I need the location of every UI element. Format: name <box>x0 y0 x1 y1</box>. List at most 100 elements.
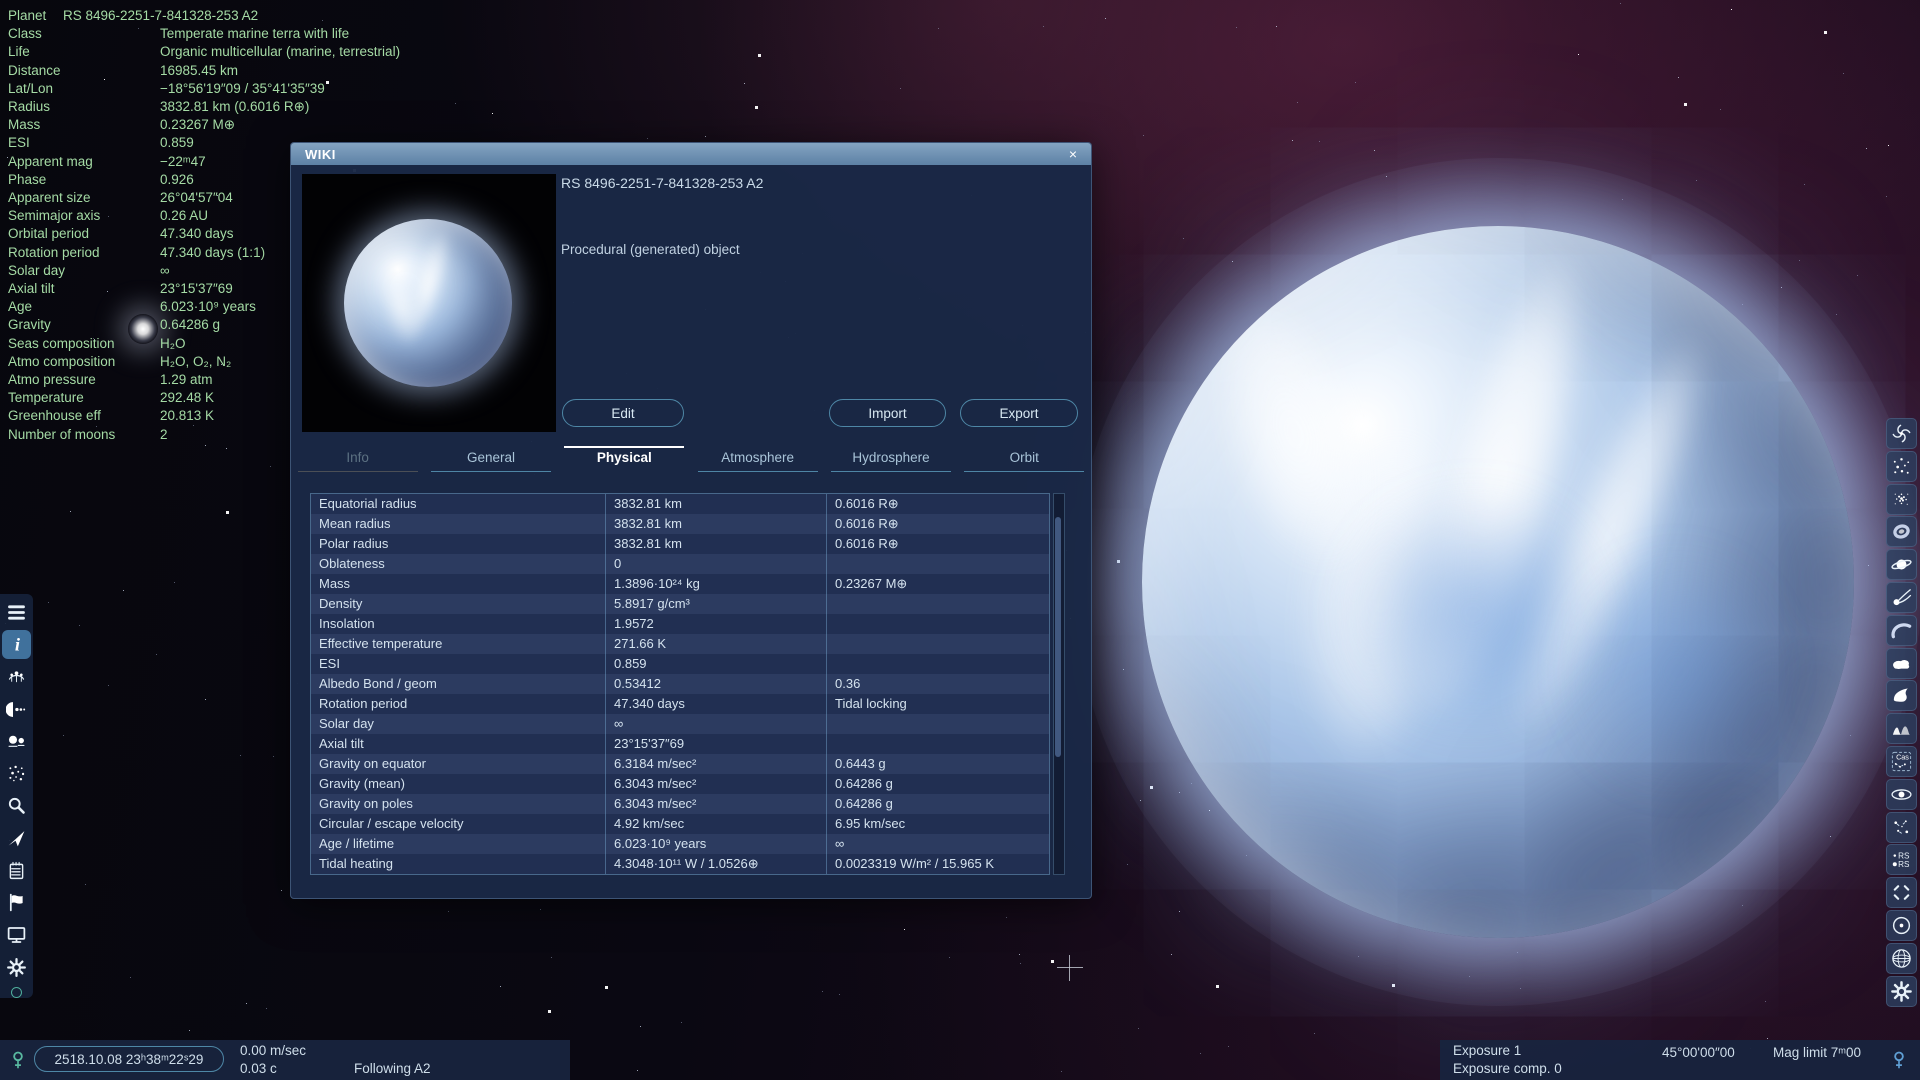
tab-info[interactable]: Info <box>291 439 424 479</box>
scrollbar-thumb[interactable] <box>1055 517 1061 757</box>
flag-icon[interactable] <box>2 888 31 917</box>
tab-underline <box>964 471 1085 472</box>
settings-gear-icon[interactable] <box>2 953 31 982</box>
info-value: 47.340 days <box>160 226 234 242</box>
table-cell-parameter: Gravity on equator <box>319 756 426 771</box>
object-thumbnail <box>302 174 556 432</box>
edit-button[interactable]: Edit <box>562 399 684 427</box>
table-scrollbar[interactable] <box>1053 493 1065 875</box>
atmospheres-icon[interactable] <box>1886 614 1917 646</box>
search-icon[interactable] <box>2 792 31 821</box>
svg-text:i: i <box>15 635 21 655</box>
info-label: Radius <box>8 99 51 115</box>
eclipses-icon[interactable] <box>1886 778 1917 810</box>
journal-icon[interactable] <box>2 856 31 885</box>
info-label: Atmo composition <box>8 353 116 369</box>
tab-atmosphere[interactable]: Atmosphere <box>691 439 824 479</box>
table-row: Circular / escape velocity 4.92 km/sec 6.9… <box>311 814 1049 834</box>
nebulae-icon[interactable] <box>1886 516 1917 548</box>
tab-hydrosphere[interactable]: Hydrosphere <box>824 439 957 479</box>
galaxies-icon[interactable] <box>1886 418 1917 449</box>
grid-icon[interactable] <box>1886 942 1917 974</box>
table-row: Oblateness 0 <box>311 554 1049 574</box>
info-label: Greenhouse eff <box>8 408 101 424</box>
wiki-titlebar[interactable]: WIKI × <box>291 143 1091 165</box>
tab-general[interactable]: General <box>424 439 557 479</box>
export-button[interactable]: Export <box>960 399 1078 427</box>
info-value: 0.926 <box>160 171 194 187</box>
table-cell-value: 0.64286 g <box>826 774 1047 794</box>
datetime-display[interactable]: 2518.10.08 23ʰ38ᵐ22ˢ29 <box>34 1046 224 1072</box>
settings-gear-icon[interactable] <box>1886 975 1917 1007</box>
labels-icon[interactable] <box>1886 811 1917 843</box>
info-label: Apparent size <box>8 190 91 206</box>
planets-icon[interactable] <box>1886 549 1917 581</box>
info-label: ESI <box>8 135 30 151</box>
constellations-icon[interactable]: Cas <box>1886 746 1917 777</box>
star-field-icon[interactable] <box>2 759 31 788</box>
info-label: Distance <box>8 62 61 78</box>
info-value: −22ᵐ47 <box>160 153 206 169</box>
speed-value: 0.00 m/sec <box>240 1043 307 1058</box>
table-row: Insolation 1.9572 <box>311 614 1049 634</box>
info-value: 20.813 K <box>160 408 215 424</box>
water-icon[interactable] <box>1886 680 1917 712</box>
info-label: Lat/Lon <box>8 80 54 96</box>
orbits-icon[interactable] <box>1886 910 1917 941</box>
table-cell-value <box>826 714 1047 734</box>
table-cell-parameter: Polar radius <box>319 536 389 551</box>
info-label: Temperature <box>8 390 84 406</box>
table-cell-parameter: Axial tilt <box>319 736 364 751</box>
catalog-names-icon[interactable]: RS RS <box>1886 844 1917 876</box>
left-toolbar: i <box>0 594 33 999</box>
markers-icon[interactable] <box>1886 877 1917 909</box>
table-cell-parameter: Solar day <box>319 716 374 731</box>
tab-orbit[interactable]: Orbit <box>958 439 1091 479</box>
table-row: Gravity on equator 6.3184 m/sec² 0.6443 g <box>311 754 1049 774</box>
system-browser-icon[interactable] <box>2 663 31 692</box>
star-clusters-icon[interactable] <box>1886 483 1917 515</box>
stars-icon[interactable] <box>1886 450 1917 482</box>
info-icon[interactable]: i <box>2 630 31 659</box>
spacecraft-icon[interactable] <box>2 824 31 853</box>
table-cell-value: 1.3896·10²⁴ kg <box>605 574 826 594</box>
table-row: Density 5.8917 g/cm³ <box>311 594 1049 614</box>
object-type: Procedural (generated) object <box>561 242 740 257</box>
info-label: Semimajor axis <box>8 208 101 224</box>
table-cell-value: 3832.81 km <box>605 514 826 534</box>
svg-text:RS: RS <box>1898 852 1910 861</box>
table-cell-value: 5.8917 g/cm³ <box>605 594 826 614</box>
info-value: Organic multicellular (marine, terrestri… <box>160 44 401 60</box>
landscapes-icon[interactable] <box>1886 713 1917 745</box>
tab-underline <box>697 471 818 472</box>
info-value: 23°15'37″69 <box>160 281 233 297</box>
info-label: Seas composition <box>8 335 115 351</box>
mag-limit-value: Mag limit 7ᵐ00 <box>1773 1045 1862 1060</box>
table-row: Tidal heating 4.3048·10¹¹ W / 1.0526⊕ 0.00… <box>311 854 1049 874</box>
table-cell-value <box>826 554 1047 574</box>
info-value: H₂O, O₂, N₂ <box>160 353 232 369</box>
table-cell-value: 0.36 <box>826 674 1047 694</box>
tab-label: Hydrosphere <box>852 450 930 465</box>
table-cell-parameter: Oblateness <box>319 556 385 571</box>
table-row: Effective temperature 271.66 K <box>311 634 1049 654</box>
import-button[interactable]: Import <box>829 399 946 427</box>
info-label: Rotation period <box>8 244 100 260</box>
table-cell-value: ∞ <box>605 714 826 734</box>
planet-browser-icon[interactable] <box>2 695 31 724</box>
comets-icon[interactable] <box>1886 582 1917 613</box>
fov-value: 45°00'00″00 <box>1662 1045 1735 1060</box>
table-cell-value: 1.9572 <box>605 614 826 634</box>
clouds-icon[interactable] <box>1886 647 1917 679</box>
info-value: 47.340 days (1:1) <box>160 244 266 260</box>
tab-physical[interactable]: Physical <box>558 439 691 479</box>
table-cell-value: 4.92 km/sec <box>605 814 826 834</box>
location-pin-icon <box>13 1051 23 1069</box>
close-icon[interactable]: × <box>1063 143 1083 165</box>
binary-stars-icon[interactable] <box>2 727 31 756</box>
planet-surface[interactable] <box>1142 226 1854 938</box>
table-cell-value: 0.6443 g <box>826 754 1047 774</box>
svg-text:RS: RS <box>1898 861 1910 870</box>
display-icon[interactable] <box>2 921 31 950</box>
menu-icon[interactable] <box>2 598 31 627</box>
